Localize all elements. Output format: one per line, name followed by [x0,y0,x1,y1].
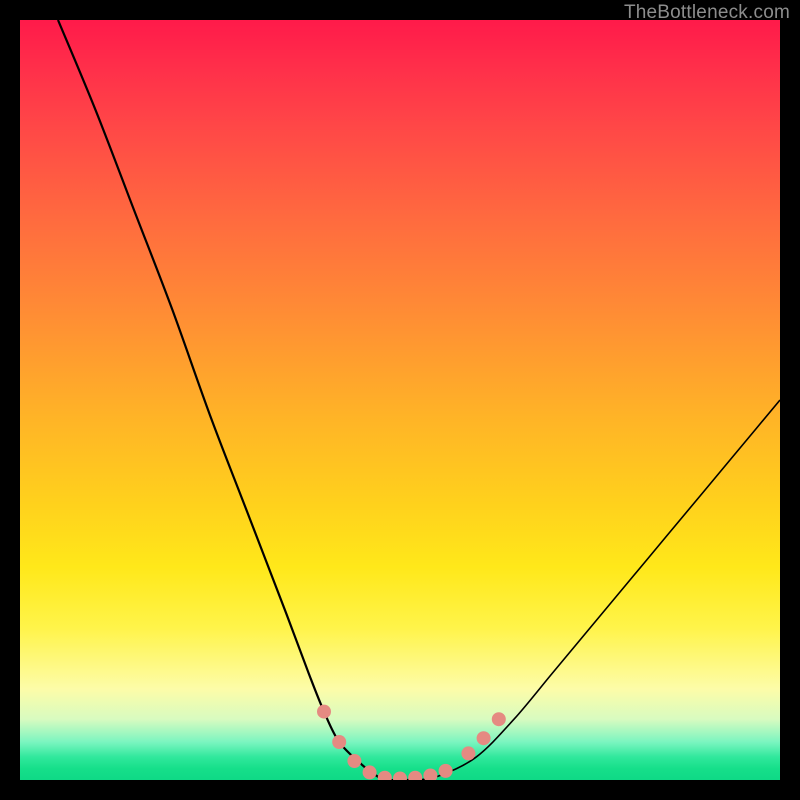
curve-right-branch [385,400,780,780]
curve-left-branch [58,20,415,780]
optimal-marker [347,754,361,768]
bottleneck-chart [20,20,780,780]
optimal-marker [393,771,407,780]
optimal-marker [317,705,331,719]
optimal-marker [492,712,506,726]
optimal-marker [363,765,377,779]
optimal-marker [461,746,475,760]
chart-frame: TheBottleneck.com [0,0,800,800]
optimal-marker [378,771,392,780]
optimal-marker [439,764,453,778]
optimal-marker [423,768,437,780]
optimal-marker [332,735,346,749]
plot-area [20,20,780,780]
optimal-marker [477,731,491,745]
optimal-range-markers [317,705,506,780]
optimal-marker [408,771,422,780]
